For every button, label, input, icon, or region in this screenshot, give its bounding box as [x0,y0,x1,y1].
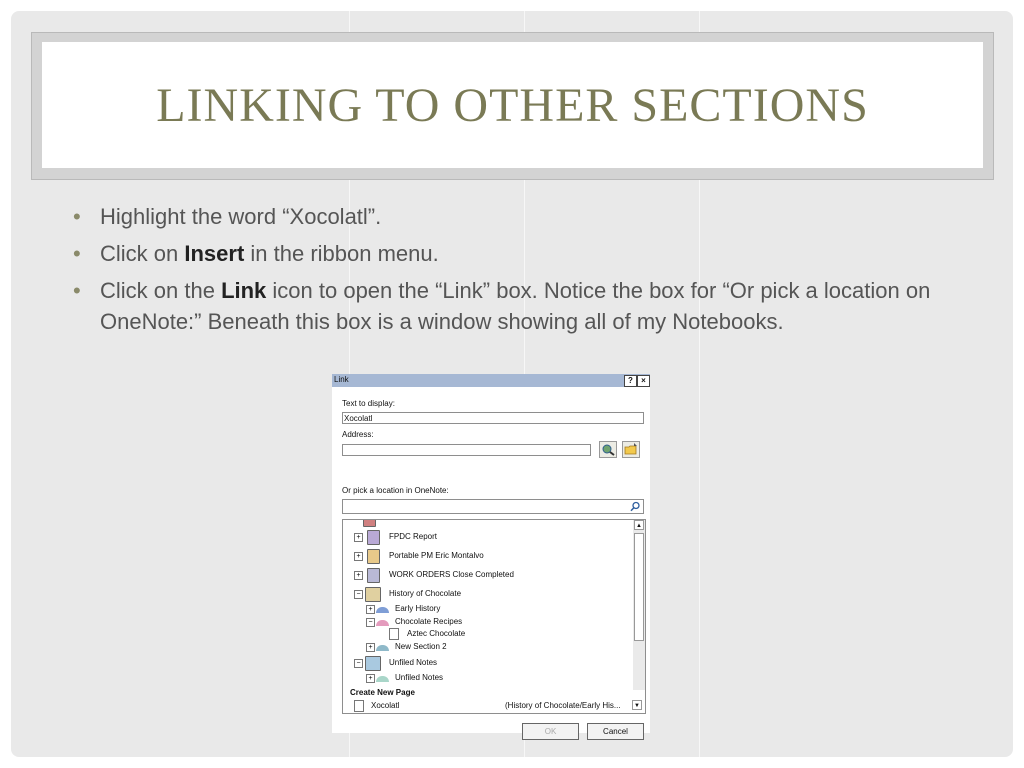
tree-item-label: Unfiled Notes [389,658,438,667]
new-page-location: (History of Chocolate/Early His... [505,701,621,710]
create-new-page-label: Create New Page [350,688,415,697]
tree-item-portable-pm[interactable]: + Portable PM Eric Montalvo [343,549,631,564]
browse-file-button[interactable] [622,441,640,458]
bullet-item: • Click on the Link icon to open the “Li… [73,275,953,337]
collapse-icon[interactable]: − [354,659,363,668]
dialog-title: Link [334,375,349,384]
dropdown-arrow-icon[interactable]: ▼ [632,700,642,710]
tree-item-label: History of Chocolate [389,589,462,598]
address-label: Address: [342,430,374,439]
tree-item-early-history[interactable]: + Early History [343,603,631,615]
bullet-dot: • [73,204,81,229]
web-search-icon [602,444,615,456]
tree-item-aztec-chocolate[interactable]: Aztec Chocolate [343,628,631,640]
folder-icon [624,443,637,455]
slide-title: LINKING TO OTHER SECTIONS [156,78,869,132]
bullet-text: Click on [100,241,185,266]
bullet-list: • Highlight the word “Xocolatl”. • Click… [73,201,953,343]
expand-icon[interactable]: + [354,552,363,561]
page-icon [354,700,364,712]
tree-item-new-section-2[interactable]: + New Section 2 [343,641,631,653]
notebook-icon [367,530,380,545]
collapse-icon[interactable]: − [354,590,363,599]
text-to-display-label: Text to display: [342,399,395,408]
bullet-bold-text: Link [221,278,267,303]
expand-icon[interactable]: + [366,643,375,652]
bullet-dot: • [73,241,81,266]
tree-item-label: FPDC Report [389,532,438,541]
bullet-item: • Click on Insert in the ribbon menu. [73,238,953,269]
section-icon [376,676,389,682]
bullet-text: Click on the [100,278,222,303]
pick-location-label: Or pick a location in OneNote: [342,486,449,495]
location-search-input[interactable] [342,499,644,514]
tree-item-label: New Section 2 [395,642,447,651]
notebook-icon [363,520,376,527]
section-icon [376,645,389,651]
tree-item-work-orders[interactable]: + WORK ORDERS Close Completed [343,568,631,583]
tree-item-hidden: ··· [389,519,397,524]
bullet-text: Highlight the word “Xocolatl”. [100,204,382,229]
dialog-titlebar: Link ? × [332,374,650,387]
link-dialog: Link ? × Text to display: Xocolatl Addre… [332,374,650,740]
notebook-icon [367,549,380,564]
help-button[interactable]: ? [624,375,637,387]
expand-icon[interactable]: + [354,571,363,580]
tree-item-unfiled-notes[interactable]: − Unfiled Notes [343,656,631,671]
tree-item-label: Early History [395,604,441,613]
collapse-icon[interactable]: − [366,618,375,627]
tree-item-history-of-chocolate[interactable]: − History of Chocolate [343,587,631,602]
tree-item-label: Portable PM Eric Montalvo [389,551,484,560]
tree-item-label: Aztec Chocolate [407,629,466,638]
page-icon [389,628,399,640]
expand-icon[interactable]: + [354,533,363,542]
close-button[interactable]: × [637,375,650,387]
search-icon [630,501,640,512]
address-input[interactable] [342,444,591,456]
browse-web-button[interactable] [599,441,617,458]
tree-item-label: WORK ORDERS Close Completed [389,570,514,579]
bullet-dot: • [73,278,81,303]
expand-icon[interactable]: + [366,674,375,683]
title-frame: LINKING TO OTHER SECTIONS [31,32,994,180]
ok-button[interactable]: OK [522,723,579,740]
section-icon [376,620,389,626]
title-box: LINKING TO OTHER SECTIONS [42,42,983,168]
section-icon [376,607,389,613]
bullet-item: • Highlight the word “Xocolatl”. [73,201,953,232]
new-page-row[interactable]: Xocolatl (History of Chocolate/Early His… [343,700,643,712]
slide: LINKING TO OTHER SECTIONS • Highlight th… [11,11,1013,757]
cancel-button[interactable]: Cancel [587,723,644,740]
open-notebook-icon [365,587,381,602]
tree-item-chocolate-recipes[interactable]: − Chocolate Recipes [343,616,631,628]
scrollbar-thumb[interactable] [634,533,644,641]
tree-scrollbar[interactable]: ▲ [633,520,645,690]
tree-item-unfiled-notes-section[interactable]: + Unfiled Notes [343,672,631,684]
bullet-bold-text: Insert [184,241,245,266]
bullet-text: in the ribbon menu. [244,241,439,266]
notebook-icon [367,568,380,583]
new-page-name: Xocolatl [371,701,400,710]
location-tree[interactable]: ··· + FPDC Report + Portable PM Eric Mon… [342,519,646,714]
scroll-up-arrow-icon[interactable]: ▲ [634,520,644,530]
tree-item-fpdc-report[interactable]: + FPDC Report [343,530,631,545]
unfiled-notes-icon [365,656,381,671]
expand-icon[interactable]: + [366,605,375,614]
text-to-display-input[interactable]: Xocolatl [342,412,644,424]
tree-item-label: Chocolate Recipes [395,617,463,626]
tree-item-label: Unfiled Notes [395,673,444,682]
